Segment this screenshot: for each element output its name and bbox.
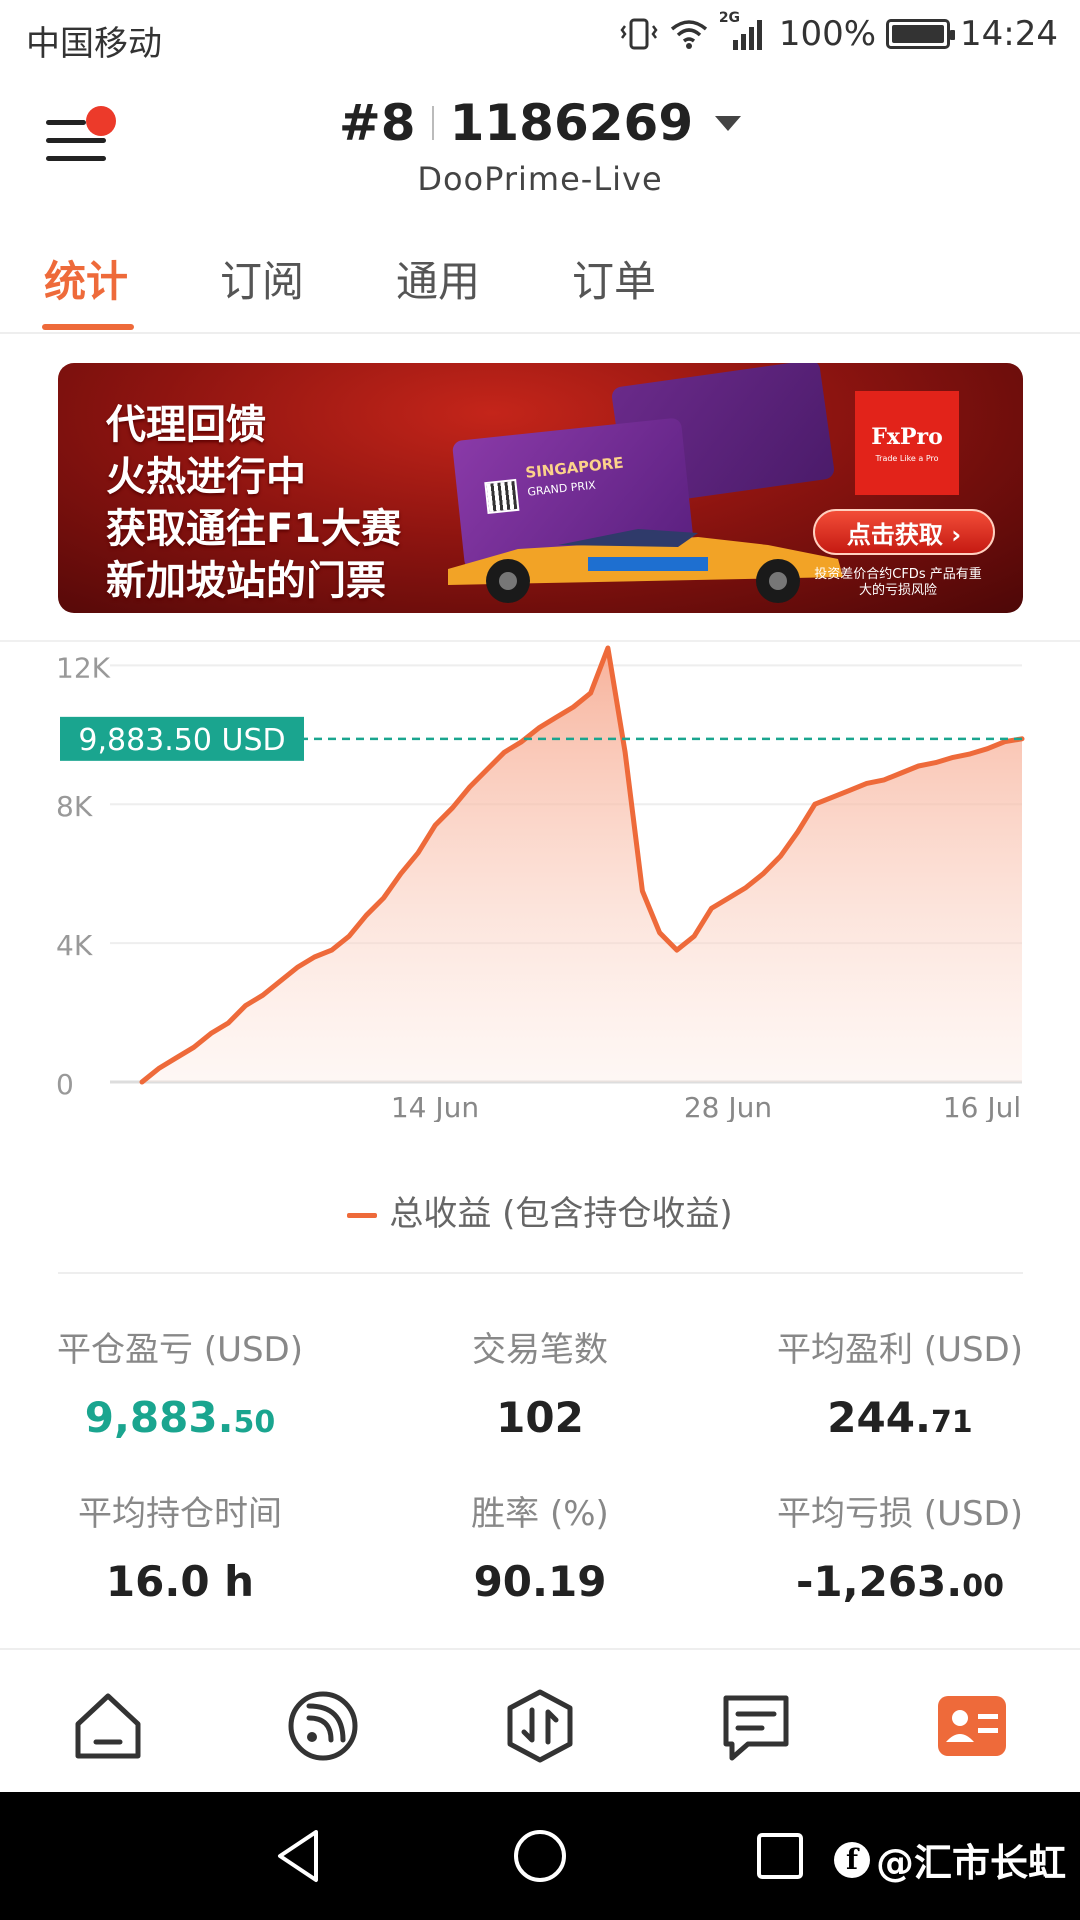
- legend-swatch: [347, 1213, 378, 1218]
- stat-label: 平均持仓时间: [78, 1494, 282, 1534]
- get-it-button[interactable]: 点击获取 ›: [813, 509, 995, 555]
- y-tick-label: 8K: [56, 790, 93, 823]
- stat-value-dec: 00: [962, 1569, 1004, 1604]
- banner-line: 火热进行中: [106, 454, 306, 500]
- status-bar: 中国移动 2G 100% 14:24: [0, 0, 1080, 76]
- clock: 14:24: [960, 14, 1058, 54]
- stat-value: 9,883.50: [0, 1393, 360, 1442]
- tab-orders[interactable]: 订单: [572, 248, 656, 309]
- chevron-down-icon: [715, 115, 742, 131]
- stat-value: 244.71: [720, 1393, 1080, 1442]
- account-index: #8: [338, 94, 416, 152]
- weibo-logo-icon: f: [833, 1841, 870, 1878]
- y-tick-label: 12K: [56, 651, 111, 684]
- carrier-label: 中国移动: [26, 24, 162, 64]
- back-icon[interactable]: [270, 1826, 330, 1886]
- battery-percent: 100%: [778, 14, 877, 54]
- series-area: [142, 648, 1022, 1082]
- tab-active-indicator: [42, 324, 134, 330]
- stat-trade-count: 交易笔数 102: [360, 1322, 720, 1442]
- ticket-title: SINGAPORE: [524, 453, 625, 482]
- signal-feed-icon[interactable]: [285, 1688, 361, 1764]
- stat-closed-pnl: 平仓盈亏 (USD) 9,883.50: [0, 1322, 360, 1442]
- separator: [431, 106, 434, 140]
- stat-label: 平均盈利 (USD): [777, 1330, 1023, 1370]
- stat-label: 平仓盈亏 (USD): [57, 1330, 303, 1370]
- equity-chart-svg: 9,883.50 USD 0 4K 8K 12K 14 Jun 28 Jun 16 Jul: [56, 645, 1025, 1124]
- stat-value-dec: 71: [930, 1405, 973, 1440]
- y-tick-label: 4K: [56, 929, 93, 962]
- race-car-icon: [448, 529, 843, 603]
- tab-bar: 统计 订阅 通用 订单: [0, 238, 1080, 334]
- bottom-navigation: [0, 1648, 1080, 1790]
- watermark-text: @汇市长虹: [875, 1841, 1066, 1885]
- stat-label: 胜率 (%): [471, 1494, 609, 1534]
- stat-value: 102: [360, 1393, 720, 1442]
- home-icon[interactable]: [70, 1688, 146, 1764]
- status-icons: 2G 100% 14:24: [619, 10, 1058, 54]
- stat-avg-profit: 平均盈利 (USD) 244.71: [720, 1322, 1080, 1442]
- divider: [58, 1272, 1023, 1274]
- stat-value-int: 9,883.: [84, 1393, 234, 1442]
- chart-legend: 总收益 (包含持仓收益): [0, 1186, 1080, 1235]
- x-tick-label: 28 Jun: [684, 1091, 772, 1122]
- signal-bars-icon: [732, 20, 762, 50]
- current-value-label: 9,883.50 USD: [78, 723, 285, 758]
- ticket-subtitle: GRAND PRIX: [526, 478, 597, 499]
- stat-value-int: -1,263.: [796, 1557, 963, 1606]
- stat-value-dec: 50: [233, 1405, 276, 1440]
- stat-label: 交易笔数: [472, 1330, 608, 1370]
- banner-line: 新加坡站的门票: [106, 558, 386, 604]
- stat-value-int: 244.: [827, 1393, 931, 1442]
- y-tick-label: 0: [56, 1068, 74, 1101]
- brand-tagline: Trade Like a Pro: [875, 453, 939, 463]
- tab-subscribe[interactable]: 订阅: [220, 248, 304, 309]
- stat-value: -1,263.00: [720, 1557, 1080, 1606]
- banner-headline: 代理回馈 火热进行中 获取通往F1大赛 新加坡站的门票: [106, 399, 401, 607]
- x-tick-label: 16 Jul: [943, 1091, 1021, 1122]
- watermark: f @汇市长虹: [833, 1832, 1066, 1887]
- banner-line: 获取通往F1大赛: [106, 506, 402, 552]
- server-name: DooPrime-Live: [417, 160, 663, 198]
- app-screen: 中国移动 2G 100% 14:24 #8 1186269 DooPrime-L…: [0, 0, 1080, 1920]
- x-tick-label: 14 Jun: [391, 1091, 479, 1122]
- message-icon[interactable]: [718, 1688, 794, 1764]
- stat-value: 90.19: [360, 1557, 720, 1606]
- stat-value-int: 16.0 h: [105, 1557, 255, 1606]
- risk-warning: 投资差价合约CFDs 产品有重大的亏损风险: [814, 567, 982, 598]
- tab-general[interactable]: 通用: [396, 248, 480, 309]
- wifi-icon: [670, 20, 707, 49]
- account-header: #8 1186269 DooPrime-Live: [0, 76, 1080, 206]
- legend-label: 总收益 (包含持仓收益): [389, 1194, 733, 1234]
- stat-value-int: 102: [496, 1393, 584, 1442]
- trade-icon[interactable]: [502, 1688, 578, 1764]
- profile-card-icon[interactable]: [934, 1688, 1010, 1764]
- stat-win-rate: 胜率 (%) 90.19: [360, 1486, 720, 1606]
- banner-line: 代理回馈: [106, 402, 266, 448]
- stat-value: 16.0 h: [0, 1557, 360, 1606]
- account-id: 1186269: [449, 94, 694, 152]
- vibrate-icon: [620, 18, 658, 50]
- home-circle-icon[interactable]: [510, 1826, 570, 1886]
- recents-icon[interactable]: [750, 1826, 810, 1886]
- battery-level: [892, 25, 945, 43]
- stat-avg-loss: 平均亏损 (USD) -1,263.00: [720, 1486, 1080, 1606]
- system-nav-bar: f @汇市长虹: [0, 1792, 1080, 1920]
- cell-signal: 2G: [719, 10, 769, 52]
- tab-statistics[interactable]: 统计: [44, 248, 128, 309]
- stat-avg-hold-time: 平均持仓时间 16.0 h: [0, 1486, 360, 1606]
- account-switcher[interactable]: #8 1186269 DooPrime-Live: [0, 94, 1080, 198]
- battery-icon: [886, 19, 956, 49]
- promo-banner[interactable]: SINGAPORE GRAND PRIX 代理回馈 火热进行中 获取通往F1大赛…: [58, 363, 1023, 613]
- fxpro-logo: FxPro Trade Like a Pro: [855, 391, 959, 495]
- equity-chart[interactable]: 9,883.50 USD 0 4K 8K 12K 14 Jun 28 Jun 16 Jul: [0, 640, 1080, 1124]
- brand-name: FxPro: [871, 423, 943, 450]
- stat-value-int: 90.19: [473, 1557, 607, 1606]
- stat-label: 平均亏损 (USD): [777, 1494, 1023, 1534]
